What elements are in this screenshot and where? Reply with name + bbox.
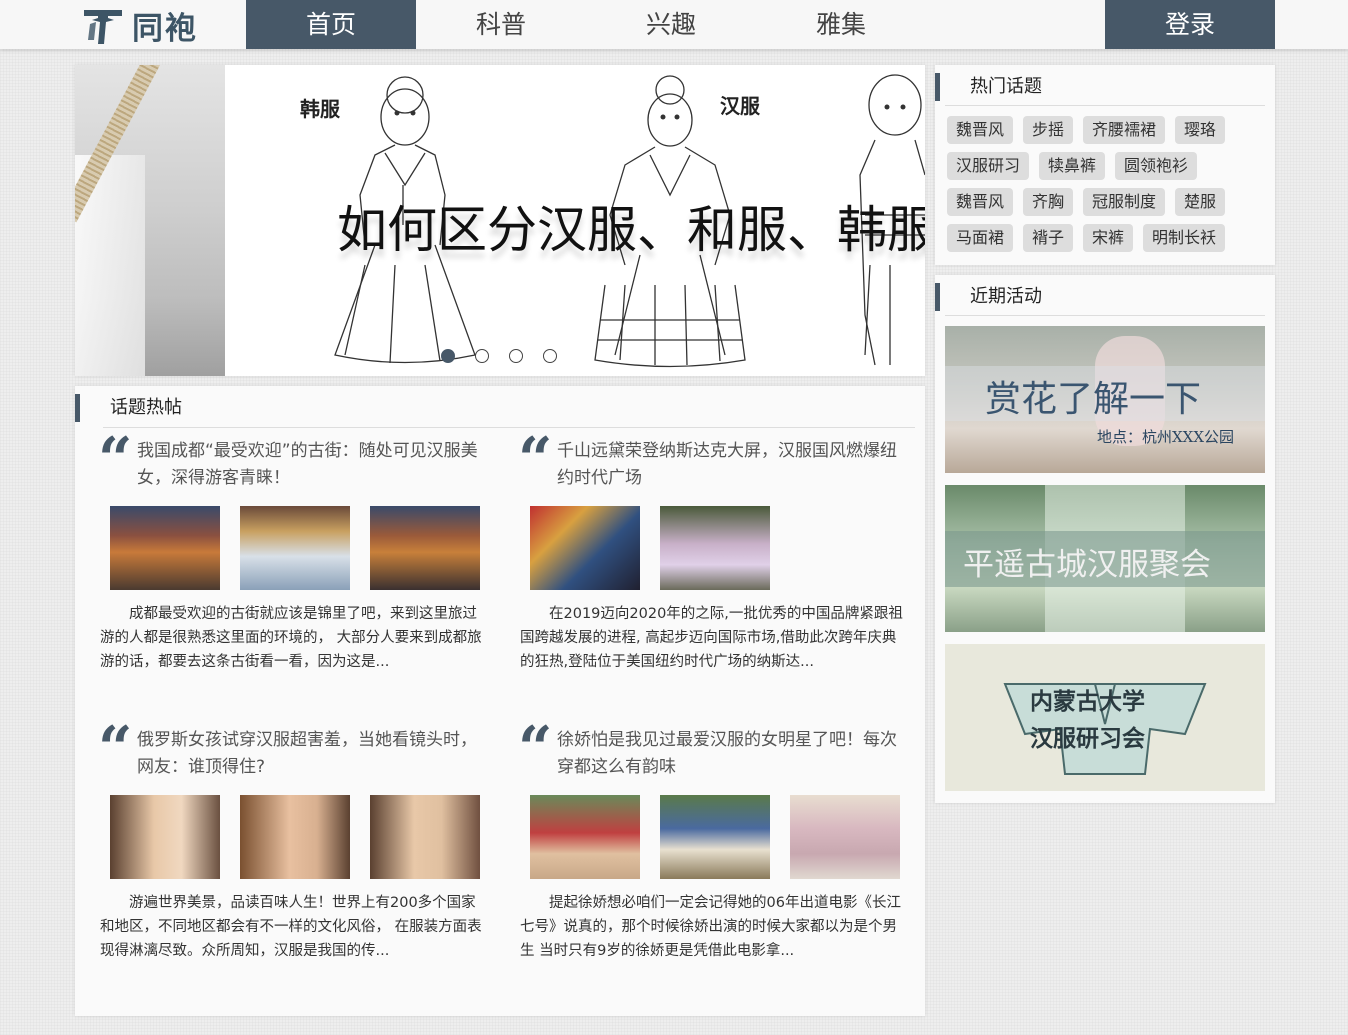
topic-tag[interactable]: 宋裤 (1083, 224, 1134, 252)
post-thumbnail[interactable] (660, 506, 770, 590)
event-title: 内蒙古大学 (1030, 688, 1145, 715)
post-title[interactable]: 俄罗斯女孩试穿汉服超害羞，当她看镜头时，网友：谁顶得住? (137, 727, 490, 783)
topic-tags: 魏晋风 步摇 齐腰襦裙 璎珞 汉服研习 犊鼻裤 圆领袍衫 魏晋风 齐胸 冠服制度… (947, 116, 1267, 252)
quote-icon: “ (518, 714, 553, 784)
post-thumbnail[interactable] (240, 506, 350, 590)
post-images (110, 506, 490, 590)
banner-side-image (75, 65, 225, 376)
post-images (530, 795, 910, 879)
post-images (110, 795, 490, 879)
topic-tag[interactable]: 冠服制度 (1083, 188, 1166, 216)
hot-posts-panel: 话题热帖 “ 我国成都“最受欢迎”的古街：随处可见汉服美女，深得游客青睐！ 成都… (75, 386, 925, 1016)
site-logo[interactable]: 同袍 (82, 3, 242, 47)
nav-science[interactable]: 科普 (416, 0, 586, 49)
hanfu-logo-icon (84, 10, 122, 44)
topic-tag[interactable]: 璎珞 (1175, 116, 1226, 144)
post-thumbnail[interactable] (240, 795, 350, 879)
banner-carousel[interactable]: 韩服 汉服 如何区分汉服、和服、韩服 (75, 65, 925, 376)
post-thumbnail[interactable] (530, 506, 640, 590)
logo-text: 同袍 (132, 10, 198, 47)
topic-tag[interactable]: 马面裙 (947, 224, 1014, 252)
divider (103, 427, 915, 428)
carousel-dot[interactable] (475, 349, 489, 363)
quote-icon: “ (98, 425, 133, 495)
nav-interest[interactable]: 兴趣 (586, 0, 756, 49)
topic-tag[interactable]: 魏晋风 (947, 116, 1014, 144)
carousel-dot[interactable] (543, 349, 557, 363)
banner-tag-right: 汉服 (720, 94, 760, 118)
event-subtitle: 汉服研习会 (1030, 725, 1145, 752)
topic-tag[interactable]: 楚服 (1175, 188, 1226, 216)
event-robe-graphic (1003, 683, 1207, 775)
post-title[interactable]: 千山远黛荣登纳斯达克大屏，汉服国风燃爆纽约时代广场 (557, 438, 910, 494)
login-button[interactable]: 登录 (1105, 0, 1275, 49)
post-excerpt: 在2019迈向2020年的之际,一批优秀的中国品牌紧跟祖国跨越发展的进程, 高起… (520, 606, 903, 670)
section-heading: 话题热帖 (75, 394, 182, 422)
post-excerpt: 提起徐娇想必咱们一定会记得她的06年出道电影《长江七号》说真的，那个时候徐娇出演… (520, 895, 901, 959)
event-title: 赏花了解一下 (985, 379, 1202, 420)
post-card[interactable]: “ 俄罗斯女孩试穿汉服超害羞，当她看镜头时，网友：谁顶得住? 游遍世界美景，品读… (98, 719, 490, 963)
event-card[interactable]: 赏花了解一下 地点：杭州XXX公园 (945, 326, 1265, 473)
post-title[interactable]: 徐娇怕是我见过最爱汉服的女明星了吧！每次穿都这么有韵味 (557, 727, 910, 783)
quote-icon: “ (518, 425, 553, 495)
event-subtitle: 地点：杭州XXX公园 (1097, 428, 1235, 446)
topic-tag[interactable]: 齐腰襦裙 (1083, 116, 1166, 144)
post-thumbnail[interactable] (660, 795, 770, 879)
topic-tag[interactable]: 魏晋风 (947, 188, 1014, 216)
post-card[interactable]: “ 我国成都“最受欢迎”的古街：随处可见汉服美女，深得游客青睐！ 成都最受欢迎的… (98, 430, 490, 674)
quote-icon: “ (98, 714, 133, 784)
post-thumbnail[interactable] (790, 795, 900, 879)
section-heading: 热门话题 (935, 73, 1042, 101)
post-thumbnail[interactable] (370, 506, 480, 590)
hot-topics-panel: 热门话题 魏晋风 步摇 齐腰襦裙 璎珞 汉服研习 犊鼻裤 圆领袍衫 魏晋风 齐胸… (935, 65, 1275, 265)
topic-tag[interactable]: 明制长袄 (1143, 224, 1226, 252)
section-heading: 近期活动 (935, 283, 1042, 311)
banner-title: 如何区分汉服、和服、韩服 (337, 201, 925, 259)
topic-tag[interactable]: 步摇 (1023, 116, 1074, 144)
nav-home[interactable]: 首页 (246, 0, 416, 49)
post-excerpt: 游遍世界美景，品读百味人生！世界上有200多个国家和地区，不同地区都会有不一样的… (100, 895, 482, 959)
post-card[interactable]: “ 千山远黛荣登纳斯达克大屏，汉服国风燃爆纽约时代广场 在2019迈向2020年… (518, 430, 910, 674)
topic-tag[interactable]: 犊鼻裤 (1039, 152, 1106, 180)
nav-gathering[interactable]: 雅集 (756, 0, 926, 49)
post-thumbnail[interactable] (110, 506, 220, 590)
post-title[interactable]: 我国成都“最受欢迎”的古街：随处可见汉服美女，深得游客青睐！ (137, 438, 490, 494)
post-thumbnail[interactable] (110, 795, 220, 879)
topic-tag[interactable]: 圆领袍衫 (1115, 152, 1198, 180)
divider (945, 105, 1265, 106)
post-thumbnail[interactable] (530, 795, 640, 879)
event-card[interactable]: 内蒙古大学 汉服研习会 (945, 644, 1265, 791)
carousel-dots (441, 349, 557, 363)
post-images (530, 506, 910, 590)
post-thumbnail[interactable] (370, 795, 480, 879)
post-card[interactable]: “ 徐娇怕是我见过最爱汉服的女明星了吧！每次穿都这么有韵味 提起徐娇想必咱们一定… (518, 719, 910, 963)
topic-tag[interactable]: 齐胸 (1023, 188, 1074, 216)
carousel-dot[interactable] (441, 349, 455, 363)
event-card[interactable]: 平遥古城汉服聚会 (945, 485, 1265, 632)
recent-events-panel: 近期活动 赏花了解一下 地点：杭州XXX公园 平遥古城汉服聚会 内蒙古大学 汉服… (935, 275, 1275, 803)
topic-tag[interactable]: 汉服研习 (947, 152, 1030, 180)
post-excerpt: 成都最受欢迎的古街就应该是锦里了吧，来到这里旅过游的人都是很熟悉这里面的环境的，… (100, 606, 482, 670)
topic-tag[interactable]: 褙子 (1023, 224, 1074, 252)
divider (945, 315, 1265, 316)
banner-tag-left: 韩服 (300, 97, 340, 121)
event-title: 平遥古城汉服聚会 (963, 547, 1211, 583)
carousel-dot[interactable] (509, 349, 523, 363)
top-nav: 同袍 首页 科普 兴趣 雅集 登录 (0, 0, 1348, 49)
